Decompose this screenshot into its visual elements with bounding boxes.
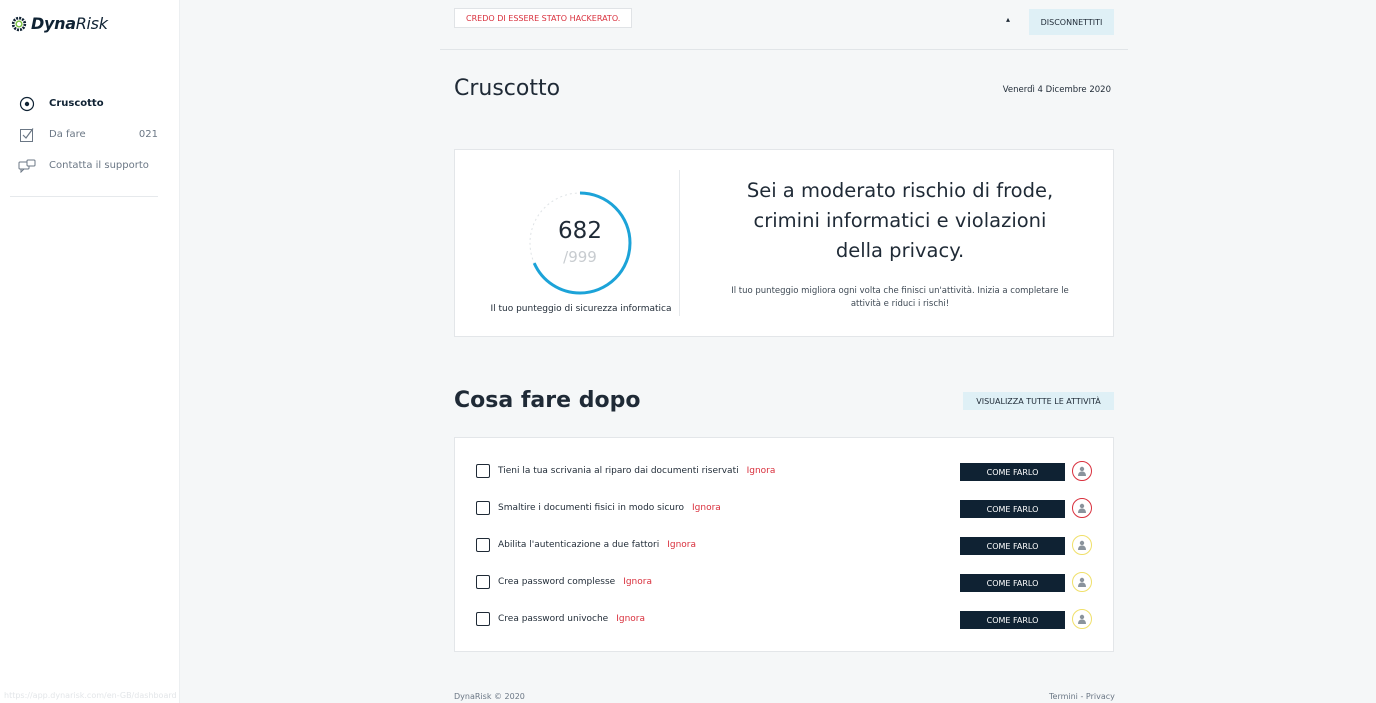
- section-title-next-steps: Cosa fare dopo: [454, 388, 641, 413]
- ignore-link[interactable]: Ignora: [747, 466, 776, 476]
- task-checkbox[interactable]: [476, 464, 490, 478]
- todo-count: 021: [138, 129, 158, 140]
- card-divider: [679, 170, 680, 316]
- top-bar: CREDO DI ESSERE STATO HACKERATO. ▴ DISCO…: [440, 0, 1128, 50]
- user-icon: [1072, 572, 1092, 592]
- task-label: Smaltire i documenti fisici in modo sicu…: [498, 503, 684, 513]
- sidebar-divider: [10, 196, 158, 197]
- how-to-button[interactable]: COME FARLO: [960, 537, 1065, 555]
- user-icon: [1072, 535, 1092, 555]
- ignore-link[interactable]: Ignora: [623, 577, 652, 587]
- score-value: 682: [558, 218, 602, 244]
- logo[interactable]: Dyna Risk: [10, 14, 108, 33]
- how-to-button[interactable]: COME FARLO: [960, 463, 1065, 481]
- logout-button[interactable]: DISCONNETTITI: [1029, 9, 1114, 35]
- dashboard-icon: [18, 95, 36, 113]
- logo-text-bold: Dyna: [31, 14, 76, 33]
- task-row: Abilita l'autenticazione a due fattori I…: [476, 534, 1096, 556]
- task-row: Crea password complesse Ignora COME FARL…: [476, 571, 1096, 593]
- task-checkbox[interactable]: [476, 538, 490, 552]
- task-label: Crea password complesse: [498, 577, 616, 587]
- risk-message-line: crimini informatici e violazioni: [753, 209, 1047, 232]
- terms-link[interactable]: Termini: [1049, 692, 1078, 701]
- gear-logo-icon: [11, 16, 27, 31]
- chevron-up-icon[interactable]: ▴: [1006, 15, 1010, 24]
- sidebar-item-da-fare[interactable]: Da fare 021: [18, 119, 158, 150]
- how-to-button[interactable]: COME FARLO: [960, 611, 1065, 629]
- status-url: https://app.dynarisk.com/en-GB/dashboard: [4, 691, 177, 700]
- privacy-link[interactable]: Privacy: [1086, 692, 1115, 701]
- sidebar-item-label: Da fare: [49, 129, 86, 140]
- score-card: 682 /999 Il tuo punteggio di sicurezza i…: [454, 149, 1114, 337]
- task-row: Smaltire i documenti fisici in modo sicu…: [476, 497, 1096, 519]
- sidebar-item-label: Cruscotto: [49, 98, 104, 109]
- user-icon: [1072, 609, 1092, 629]
- risk-message: Sei a moderato rischio di frode, crimini…: [715, 176, 1085, 266]
- checklist-icon: [18, 126, 36, 144]
- risk-subtext: Il tuo punteggio migliora ogni volta che…: [731, 286, 1069, 309]
- ignore-link[interactable]: Ignora: [667, 540, 696, 550]
- task-row: Crea password univoche Ignora COME FARLO: [476, 608, 1096, 630]
- sidebar: Dyna Risk Cruscotto Da fare 021 Contatta …: [0, 0, 180, 703]
- risk-message-line: Sei a moderato rischio di frode,: [746, 179, 1054, 202]
- sidebar-item-supporto[interactable]: Contatta il supporto: [18, 150, 158, 181]
- task-label: Abilita l'autenticazione a due fattori: [498, 540, 660, 550]
- footer-separator: -: [1080, 692, 1084, 701]
- score-label: Il tuo punteggio di sicurezza informatic…: [490, 304, 672, 314]
- score-max: /999: [563, 248, 597, 266]
- hacked-button[interactable]: CREDO DI ESSERE STATO HACKERATO.: [454, 8, 633, 28]
- ignore-link[interactable]: Ignora: [692, 503, 721, 513]
- task-row: Tieni la tua scrivania al riparo dai doc…: [476, 460, 1096, 482]
- task-label: Tieni la tua scrivania al riparo dai doc…: [498, 466, 739, 476]
- task-checkbox[interactable]: [476, 501, 490, 515]
- logo-text-italic: Risk: [75, 14, 108, 33]
- sidebar-nav: Cruscotto Da fare 021 Contatta il suppor…: [18, 88, 158, 181]
- task-checkbox[interactable]: [476, 575, 490, 589]
- ignore-link[interactable]: Ignora: [616, 614, 645, 624]
- risk-message-line: della privacy.: [835, 239, 965, 262]
- sidebar-item-label: Contatta il supporto: [49, 160, 149, 171]
- user-icon: [1072, 498, 1092, 518]
- task-checkbox[interactable]: [476, 612, 490, 626]
- user-icon: [1072, 461, 1092, 481]
- chat-icon: [18, 157, 36, 175]
- how-to-button[interactable]: COME FARLO: [960, 500, 1065, 518]
- page-title: Cruscotto: [454, 76, 561, 101]
- sidebar-item-cruscotto[interactable]: Cruscotto: [18, 88, 158, 119]
- tasks-card: Tieni la tua scrivania al riparo dai doc…: [454, 437, 1114, 652]
- footer-copyright: DynaRisk © 2020: [454, 692, 525, 701]
- footer-links: Termini - Privacy: [1049, 692, 1115, 701]
- how-to-button[interactable]: COME FARLO: [960, 574, 1065, 592]
- current-date: Venerdì 4 Dicembre 2020: [1002, 85, 1111, 95]
- task-label: Crea password univoche: [498, 614, 609, 624]
- view-all-activities-button[interactable]: VISUALIZZA TUTTE LE ATTIVITÀ: [963, 392, 1114, 410]
